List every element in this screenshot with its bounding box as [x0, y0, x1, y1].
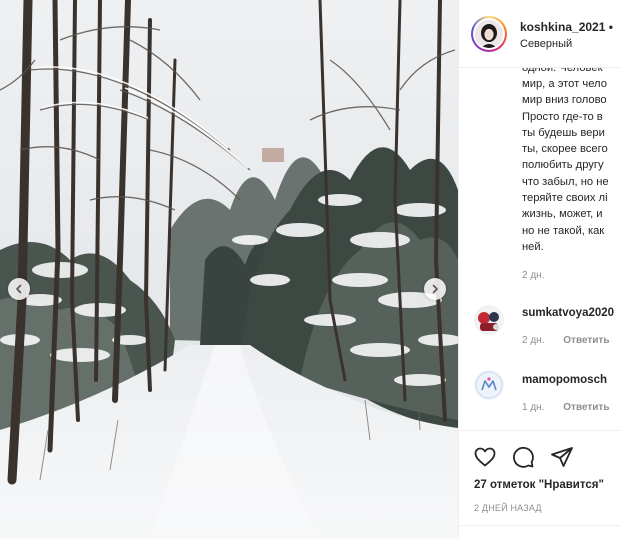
post-location[interactable]: Северный — [520, 38, 572, 50]
comment-meta: 1 дн. Ответить — [522, 402, 609, 413]
commenter-avatar-image — [474, 305, 504, 335]
likes-count[interactable]: 27 отметок "Нравится" — [474, 479, 604, 491]
post-header: koshkina_2021 • Северный — [459, 0, 620, 68]
reply-button[interactable]: Ответить — [563, 335, 609, 346]
caption-line: мир, а этот чело — [522, 78, 607, 90]
post-actions: 27 отметок "Нравится" 2 ДНЕЙ НАЗАД — [459, 430, 620, 539]
separator-dot: • — [608, 20, 613, 34]
snowy-forest-image — [0, 0, 458, 539]
chevron-left-icon — [16, 284, 22, 294]
caption-line: ты будешь вери — [522, 126, 605, 139]
caption-line: одной. Человек — [522, 68, 620, 76]
comment-meta: 2 дн. Ответить — [522, 335, 609, 346]
post-side-panel: одной. Человек мир, а этот чело мир вниз… — [458, 0, 620, 539]
paper-plane-icon[interactable] — [550, 445, 574, 469]
commenter-avatar[interactable] — [474, 305, 504, 335]
post-photo[interactable] — [0, 0, 458, 539]
comment-username[interactable]: mamopomosch — [522, 374, 607, 386]
post-caption: одной. Человек мир, а этот чело мир вниз… — [522, 68, 620, 255]
comment-timestamp: 2 дн. — [522, 335, 545, 346]
previous-photo-button[interactable] — [8, 278, 30, 300]
caption-line: ней. — [522, 240, 544, 253]
author-avatar[interactable] — [471, 16, 507, 52]
comment-timestamp: 1 дн. — [522, 402, 545, 413]
caption-line: но не такой, как — [522, 224, 605, 237]
caption-line: жизнь, может, и — [522, 208, 603, 221]
caption-line: что забыл, но не — [522, 175, 609, 188]
divider — [459, 525, 620, 526]
caption-line: ты, скорее всего — [522, 143, 608, 156]
reply-button[interactable]: Ответить — [563, 402, 609, 413]
commenter-avatar-image — [474, 370, 504, 400]
author-avatar-image — [475, 20, 503, 48]
chevron-right-icon — [432, 284, 438, 294]
caption-line: полюбить другу — [522, 159, 604, 172]
caption-line: Просто где-то в — [522, 110, 603, 123]
comment-bubble-icon[interactable] — [511, 445, 535, 469]
author-username-text[interactable]: koshkina_2021 — [520, 20, 605, 34]
caption-line: теряйте своих лі — [522, 192, 608, 205]
caption-line: мир вниз голово — [522, 94, 607, 107]
caption-timestamp: 2 дн. — [522, 270, 545, 281]
post-date[interactable]: 2 ДНЕЙ НАЗАД — [474, 503, 542, 513]
author-username[interactable]: koshkina_2021 • — [520, 20, 613, 34]
comment-username[interactable]: sumkatvoya2020 — [522, 307, 614, 319]
commenter-avatar[interactable] — [474, 370, 504, 400]
next-photo-button[interactable] — [424, 278, 446, 300]
heart-icon[interactable] — [473, 445, 497, 469]
